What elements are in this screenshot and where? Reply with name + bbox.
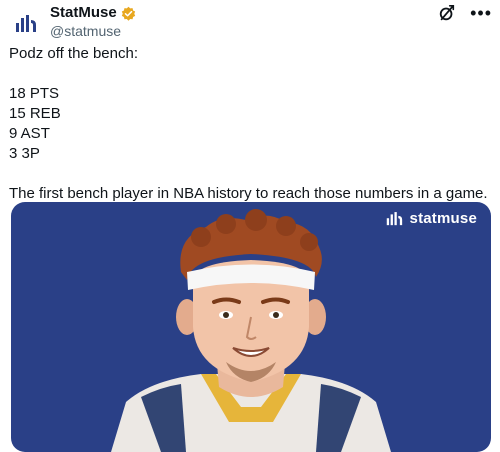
display-name[interactable]: StatMuse: [50, 4, 117, 22]
post-intro: Podz off the bench:: [9, 45, 138, 62]
verified-badge-icon: [121, 6, 135, 21]
account-names: StatMuse @statmuse: [50, 4, 136, 40]
post-text: Podz off the bench: 18 PTS 15 REB 9 AST …: [9, 44, 493, 204]
stat-line: 9 AST: [9, 125, 50, 142]
stat-line: 3 3P: [9, 145, 40, 162]
grok-icon[interactable]: [438, 4, 456, 22]
more-options-icon[interactable]: •••: [470, 4, 492, 22]
stat-line: 18 PTS: [9, 85, 60, 102]
header-actions: •••: [438, 4, 492, 22]
handle[interactable]: @statmuse: [50, 22, 136, 40]
post-header: StatMuse @statmuse •••: [8, 4, 492, 44]
player-illustration: [111, 209, 391, 452]
statmuse-logo-icon: [16, 15, 36, 32]
media-card[interactable]: statmuse: [11, 202, 491, 452]
avatar[interactable]: [8, 4, 48, 44]
stat-line: 15 REB: [9, 105, 61, 122]
display-name-row[interactable]: StatMuse: [50, 4, 136, 22]
post-closing: The first bench player in NBA history to…: [9, 185, 488, 202]
